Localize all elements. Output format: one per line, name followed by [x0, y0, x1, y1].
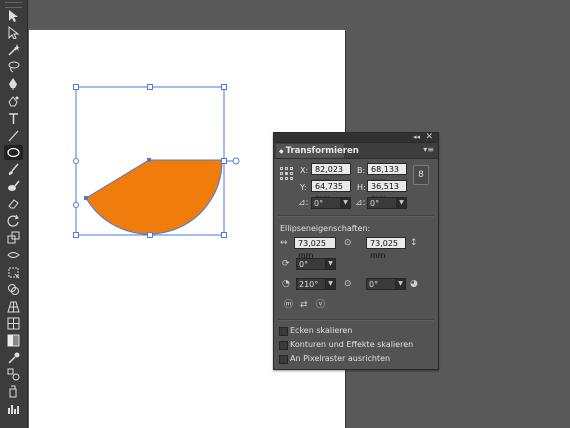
handle-bottom-left [73, 232, 79, 238]
ellipse-angle-value: 0° [299, 260, 309, 269]
pie-end-dropdown[interactable]: 0° ▼ [366, 278, 406, 290]
chevron-down-icon: ▼ [325, 259, 335, 269]
link-icon: 8 [418, 170, 424, 180]
chevron-down-icon: ▼ [340, 198, 350, 208]
close-panel-icon[interactable]: ✕ [425, 132, 433, 142]
b-label: B: [357, 166, 366, 175]
scale-strokes-effects-checkbox[interactable] [279, 341, 288, 350]
x-label: X: [300, 166, 309, 175]
pie-link-icon[interactable]: ⊙ [344, 278, 352, 290]
tab-transformieren[interactable]: ◆ Transformieren [276, 144, 359, 158]
rotate-dropdown[interactable]: 0° ▼ [311, 197, 351, 209]
pie-widget-end [232, 157, 240, 165]
rotate-value: 0° [314, 199, 324, 208]
y-field[interactable]: 64,735 mm [311, 180, 351, 203]
anchor-center [147, 158, 151, 162]
constrain-pie-icon[interactable]: ⓜ [284, 299, 293, 311]
height-field[interactable]: 36,513 mm [367, 180, 407, 203]
anchor-start [84, 196, 88, 200]
chevron-down-icon: ▼ [325, 279, 335, 289]
align-pixel-grid-checkbox[interactable] [279, 355, 288, 364]
ellipse-angle-dropdown[interactable]: 0° ▼ [296, 258, 336, 270]
tab-label: Transformieren [285, 146, 359, 156]
tab-expand-icon: ◆ [279, 148, 284, 155]
scale-corners-checkbox[interactable] [279, 327, 288, 336]
panel-tab-row: ◆ Transformieren ▾≡ [274, 143, 438, 159]
rotate-icon: ⊿: [298, 198, 309, 208]
ellipse-width-icon: ↔ [280, 238, 288, 248]
pie-end-value: 0° [369, 280, 379, 289]
handle-top-left [73, 84, 79, 90]
pie-shape[interactable] [85, 159, 223, 235]
ellipse-height-field[interactable]: 73,025 mm [366, 237, 406, 260]
handle-bottom-right [221, 232, 227, 238]
chevron-down-icon: ▼ [396, 198, 406, 208]
panel-titlebar[interactable]: ◂◂ ✕ [274, 132, 438, 143]
handle-middle-right [221, 158, 227, 164]
panel-menu-icon[interactable]: ▾≡ [423, 145, 434, 154]
reset-pie-icon[interactable]: ⓥ [316, 299, 325, 311]
invert-pie-icon[interactable]: ⇄ [300, 299, 308, 311]
width-field[interactable]: 68,133 mm [367, 163, 407, 186]
pie-widget-start [73, 158, 79, 164]
y-label: Y: [300, 183, 307, 192]
pie-start-dropdown[interactable]: 210° ▼ [296, 278, 336, 290]
chevron-down-icon: ▼ [395, 279, 405, 289]
link-dimensions-icon[interactable]: ↕ [410, 237, 418, 249]
pie-widget-left [73, 202, 79, 208]
pie-end-icon: ◕ [410, 279, 418, 289]
reference-point-locator[interactable] [280, 167, 293, 180]
shear-icon: ⊿: [355, 198, 366, 208]
ellipse-angle-icon: ⟳ [282, 259, 290, 269]
handle-bottom-center [147, 232, 153, 238]
shear-value: 0° [370, 199, 380, 208]
collapse-panel-icon[interactable]: ◂◂ [413, 133, 420, 142]
ellipse-section-title: Ellipseneigenschaften: [280, 224, 371, 233]
divider [278, 319, 434, 321]
ellipse-height-icon: ⊙ [344, 238, 352, 248]
ellipse-width-field[interactable]: 73,025 mm [294, 237, 336, 260]
handle-top-center [147, 84, 153, 90]
transform-panel: ◂◂ ✕ ◆Transformieren ▾≡ X: 82,023 mm B: … [273, 132, 439, 370]
shear-dropdown[interactable]: 0° ▼ [367, 197, 407, 209]
align-pixel-grid-label: An Pixelraster ausrichten [290, 354, 391, 363]
pie-start-icon: ◔ [282, 279, 290, 289]
handle-top-right [221, 84, 227, 90]
scale-corners-label: Ecken skalieren [290, 326, 353, 335]
pie-start-value: 210° [299, 280, 319, 289]
h-label: H: [357, 183, 366, 192]
divider [278, 215, 434, 217]
x-field[interactable]: 82,023 mm [311, 163, 351, 186]
scale-strokes-effects-label: Konturen und Effekte skalieren [290, 340, 414, 349]
constrain-proportions-button[interactable]: 8 [413, 165, 429, 185]
